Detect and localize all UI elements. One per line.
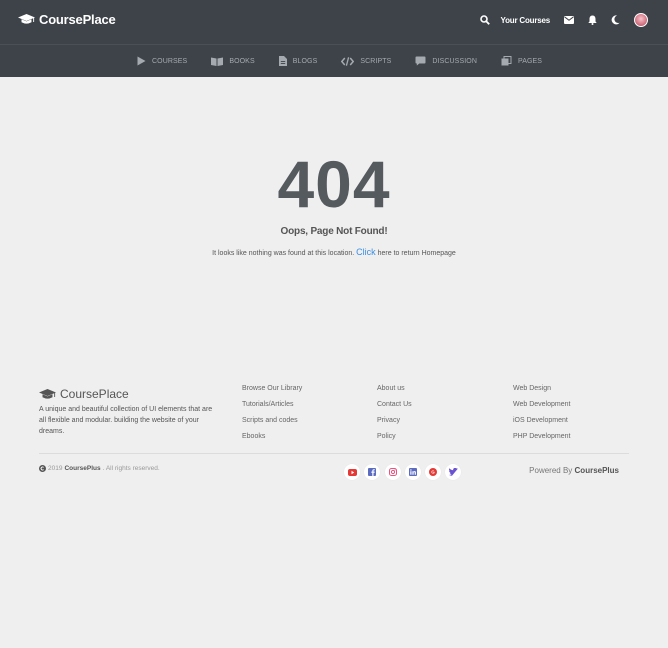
main-nav: COURSES BOOKS BLOGS SCRIPTS DISCUSSION P… <box>137 56 542 66</box>
powered-by: Powered By CoursePlus <box>529 466 619 475</box>
nav-item-label: BOOKS <box>229 57 255 65</box>
nav-item-label: COURSES <box>152 57 188 65</box>
facebook-icon[interactable] <box>364 464 381 480</box>
footer-link[interactable]: Scripts and codes <box>242 417 302 433</box>
youtube-icon[interactable] <box>344 464 360 480</box>
footer-brand-name: CoursePlace <box>60 387 129 401</box>
footer-links-library: Browse Our Library Tutorials/Articles Sc… <box>242 385 302 449</box>
footer-link[interactable]: Ebooks <box>242 433 302 449</box>
copyright-owner[interactable]: CoursePlus <box>64 465 100 472</box>
brand-name: CoursePlace <box>39 12 116 27</box>
instagram-icon[interactable] <box>384 464 401 480</box>
footer-link[interactable]: PHP Development <box>513 433 570 449</box>
nav-item-label: PAGES <box>517 57 543 65</box>
moon-icon[interactable] <box>611 15 620 25</box>
envelope-icon[interactable] <box>564 16 574 24</box>
error-title: Oops, Page Not Found! <box>280 226 388 237</box>
copyright-year: 2019 <box>48 465 63 472</box>
error-message-text: It looks like nothing was found at this … <box>212 250 355 257</box>
powered-by-label: Powered By <box>529 466 573 475</box>
comment-icon <box>415 56 426 66</box>
footer-brand[interactable]: CoursePlace <box>39 387 129 401</box>
footer-link[interactable]: Policy <box>377 433 412 449</box>
nav-item-blogs[interactable]: BLOGS <box>278 56 318 66</box>
error-code: 404 <box>277 147 391 221</box>
footer-link[interactable]: About us <box>377 385 412 401</box>
copy-icon <box>501 56 512 66</box>
header-actions: Your Courses <box>479 13 648 27</box>
google-plus-icon[interactable]: G <box>425 464 442 480</box>
nav-item-scripts[interactable]: SCRIPTS <box>341 56 392 66</box>
copyright: 2019 CoursePlus . All rights reserved. <box>39 465 160 472</box>
nav-item-courses[interactable]: COURSES <box>137 56 187 66</box>
graduation-cap-icon <box>39 388 56 399</box>
footer-description: A unique and beautiful collection of UI … <box>39 406 213 435</box>
error-message-suffix: here to return Homepage <box>377 250 456 257</box>
code-icon <box>341 56 355 66</box>
error-message: It looks like nothing was found at this … <box>0 247 668 257</box>
bell-icon[interactable] <box>588 15 597 25</box>
nav-item-discussion[interactable]: DISCUSSION <box>415 56 477 66</box>
footer-link[interactable]: Web Development <box>513 401 570 417</box>
graduation-cap-icon <box>18 14 35 24</box>
nav-item-label: SCRIPTS <box>360 57 392 65</box>
nav-item-label: DISCUSSION <box>432 57 477 65</box>
avatar[interactable] <box>634 13 648 27</box>
footer-links-about: About us Contact Us Privacy Policy <box>377 385 412 449</box>
footer-link[interactable]: Web Design <box>513 385 570 401</box>
file-icon <box>278 56 287 66</box>
book-icon <box>211 57 224 66</box>
footer-link[interactable]: Privacy <box>377 417 412 433</box>
svg-text:G: G <box>431 470 435 475</box>
footer-link[interactable]: Tutorials/Articles <box>242 401 302 417</box>
footer-link[interactable]: Contact Us <box>377 401 412 417</box>
nav-item-books[interactable]: BOOKS <box>211 57 255 66</box>
footer-links-topics: Web Design Web Development iOS Developme… <box>513 385 570 449</box>
footer-divider <box>39 453 629 454</box>
twitter-icon[interactable] <box>445 464 462 480</box>
footer-link[interactable]: iOS Development <box>513 417 570 433</box>
copyright-icon <box>39 465 46 472</box>
search-icon[interactable] <box>479 15 490 25</box>
brand-logo[interactable]: CoursePlace <box>18 12 116 27</box>
your-courses-link[interactable]: Your Courses <box>501 16 551 25</box>
social-links: G <box>344 464 466 480</box>
powered-by-brand[interactable]: CoursePlus <box>575 466 619 475</box>
linkedin-icon[interactable] <box>404 464 421 480</box>
nav-item-pages[interactable]: PAGES <box>501 56 542 66</box>
footer-link[interactable]: Browse Our Library <box>242 385 302 401</box>
homepage-link[interactable]: Click <box>356 247 376 257</box>
play-icon <box>137 56 146 66</box>
copyright-text: . All rights reserved. <box>102 465 160 472</box>
nav-item-label: BLOGS <box>292 57 318 65</box>
